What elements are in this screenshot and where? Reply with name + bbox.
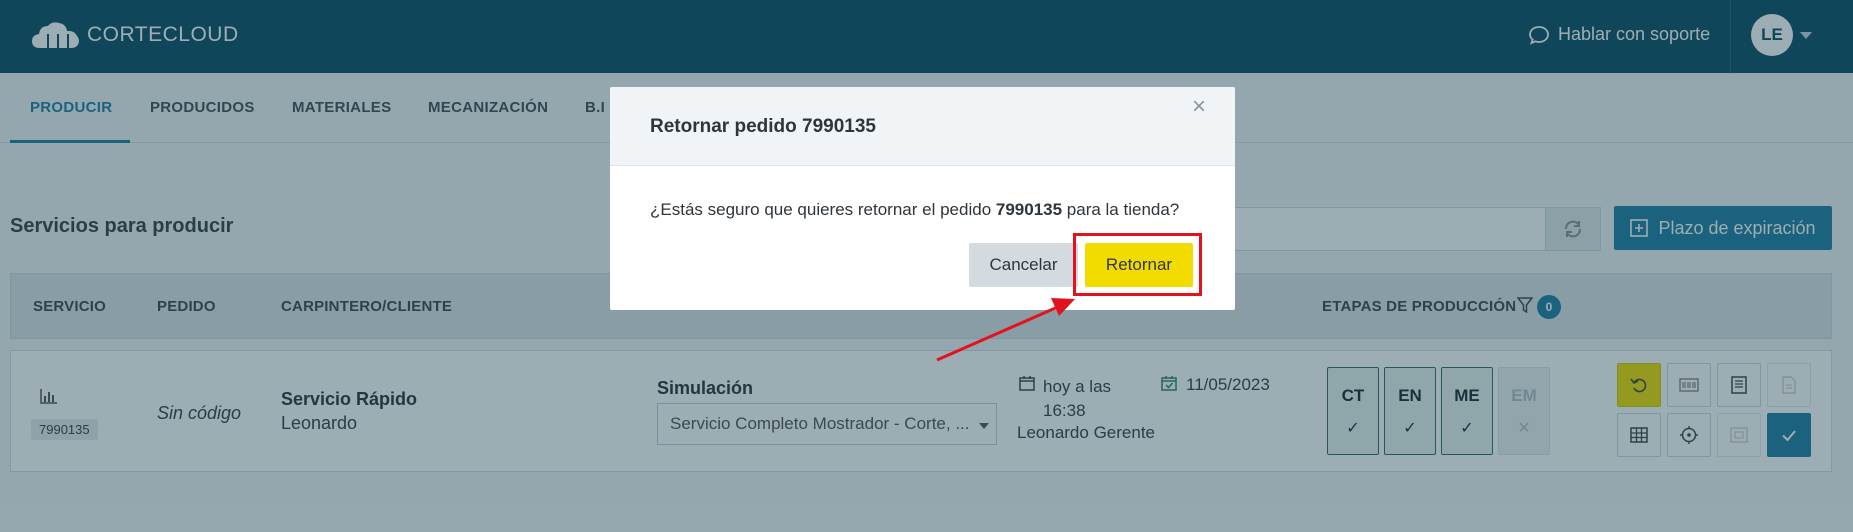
- cancel-button[interactable]: Cancelar: [969, 243, 1078, 287]
- close-icon[interactable]: ×: [1192, 93, 1206, 121]
- modal-message: ¿Estás seguro que quieres retornar el pe…: [650, 200, 1179, 220]
- highlight-box: [1073, 233, 1202, 296]
- modal-header: Retornar pedido 7990135 ×: [610, 87, 1235, 166]
- modal-title: Retornar pedido 7990135: [650, 116, 876, 137]
- message-text-end: para la tienda?: [1062, 200, 1180, 219]
- message-text: ¿Estás seguro que quieres retornar el pe…: [650, 200, 996, 219]
- message-order-number: 7990135: [995, 200, 1063, 219]
